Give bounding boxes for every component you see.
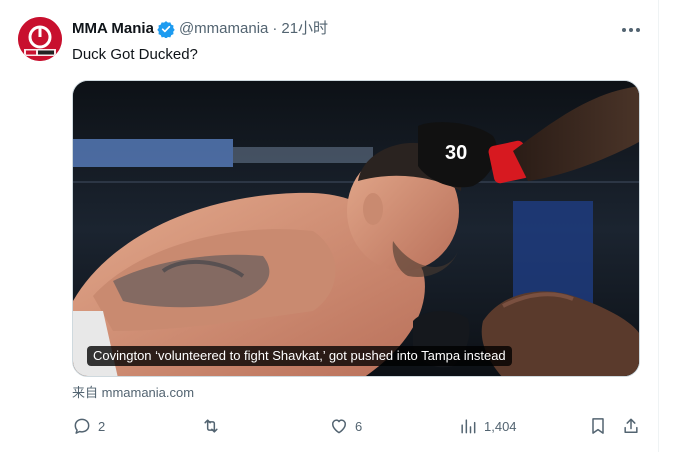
views-chart-icon: [458, 416, 478, 436]
media-caption[interactable]: Covington ‘volunteered to fight Shavkat,…: [87, 346, 512, 366]
heart-icon: [329, 416, 349, 436]
media-image[interactable]: 30 Covington ‘volunteered to fight Shavk…: [72, 80, 640, 377]
column-divider: [658, 0, 659, 452]
fight-photo: 30: [73, 81, 639, 376]
display-name[interactable]: MMA Mania: [72, 19, 154, 39]
bookmark-icon: [588, 416, 608, 436]
like-count: 6: [355, 418, 363, 434]
svg-text:30: 30: [445, 142, 467, 164]
views-button[interactable]: 1,404: [458, 414, 517, 438]
views-count: 1,404: [484, 418, 517, 434]
user-handle[interactable]: @mmamania: [179, 19, 268, 39]
reply-icon: [72, 416, 92, 436]
tweet-card[interactable]: MMA Mania @mmamania · 21小时 Duck Got Duck…: [0, 0, 680, 452]
more-dots-icon[interactable]: [616, 20, 646, 40]
tweet-header: MMA Mania @mmamania · 21小时: [72, 19, 328, 39]
share-button[interactable]: [621, 414, 641, 438]
timestamp[interactable]: 21小时: [281, 19, 328, 39]
retweet-icon: [200, 416, 222, 436]
verified-badge-icon: [157, 20, 175, 39]
avatar[interactable]: [18, 17, 62, 61]
reply-count: 2: [98, 418, 106, 434]
retweet-button[interactable]: [200, 414, 228, 438]
tweet-text: Duck Got Ducked?: [72, 46, 198, 63]
like-button[interactable]: 6: [329, 414, 362, 438]
link-source[interactable]: 来自 mmamania.com: [72, 385, 194, 401]
bookmark-button[interactable]: [588, 414, 608, 438]
header-separator: ·: [272, 20, 278, 37]
action-bar: 2 6 1,404: [72, 414, 646, 438]
reply-button[interactable]: 2: [72, 414, 105, 438]
share-icon: [621, 416, 641, 436]
